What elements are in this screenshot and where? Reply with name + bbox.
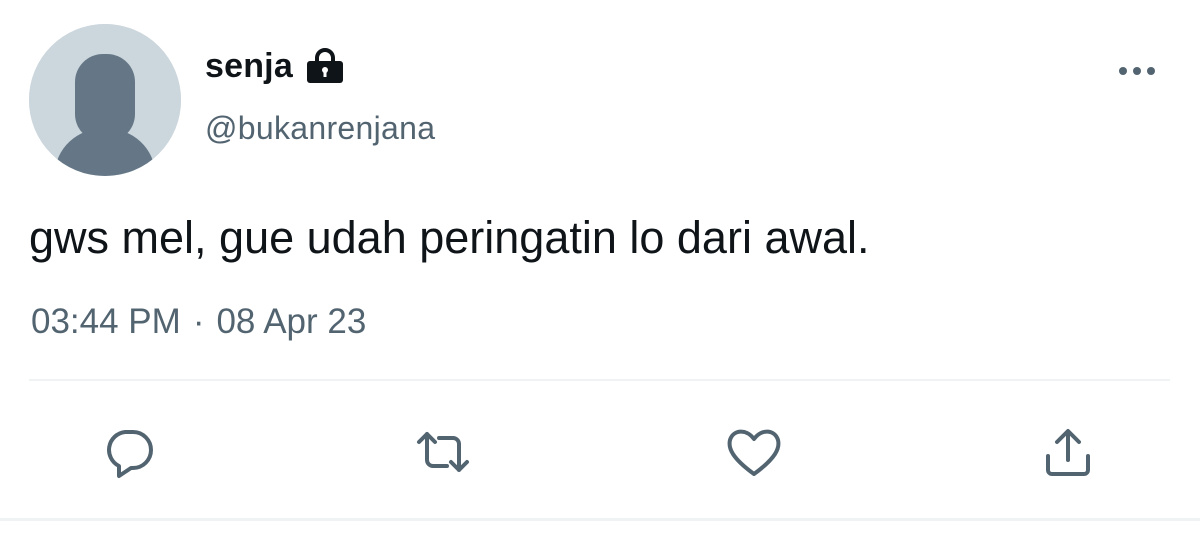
- heart-icon: [727, 429, 781, 476]
- like-button[interactable]: [722, 420, 786, 484]
- share-button[interactable]: [1036, 420, 1100, 484]
- bottom-divider: [0, 518, 1200, 521]
- tweet-date: 08 Apr 23: [216, 302, 367, 341]
- tweet-timestamp[interactable]: 03:44 PM · 08 Apr 23: [31, 302, 366, 342]
- more-icon: [1119, 67, 1155, 75]
- tweet-card: senja @bukanrenjana gws mel, gue udah pe…: [0, 0, 1200, 539]
- divider: [29, 379, 1170, 381]
- tweet-time: 03:44 PM: [31, 302, 181, 341]
- more-options-button[interactable]: [1113, 56, 1161, 86]
- timestamp-separator: ·: [192, 302, 205, 341]
- reply-button[interactable]: [97, 420, 161, 484]
- name-row: senja: [205, 46, 345, 86]
- retweet-icon: [417, 432, 469, 472]
- default-avatar-icon: [29, 24, 181, 176]
- reply-icon: [107, 430, 153, 478]
- lock-icon: [305, 48, 345, 84]
- tweet-text: gws mel, gue udah peringatin lo dari awa…: [29, 212, 870, 263]
- retweet-button[interactable]: [411, 420, 475, 484]
- user-handle[interactable]: @bukanrenjana: [205, 110, 435, 147]
- display-name[interactable]: senja: [205, 47, 293, 86]
- avatar[interactable]: [29, 24, 181, 176]
- share-icon: [1046, 429, 1090, 476]
